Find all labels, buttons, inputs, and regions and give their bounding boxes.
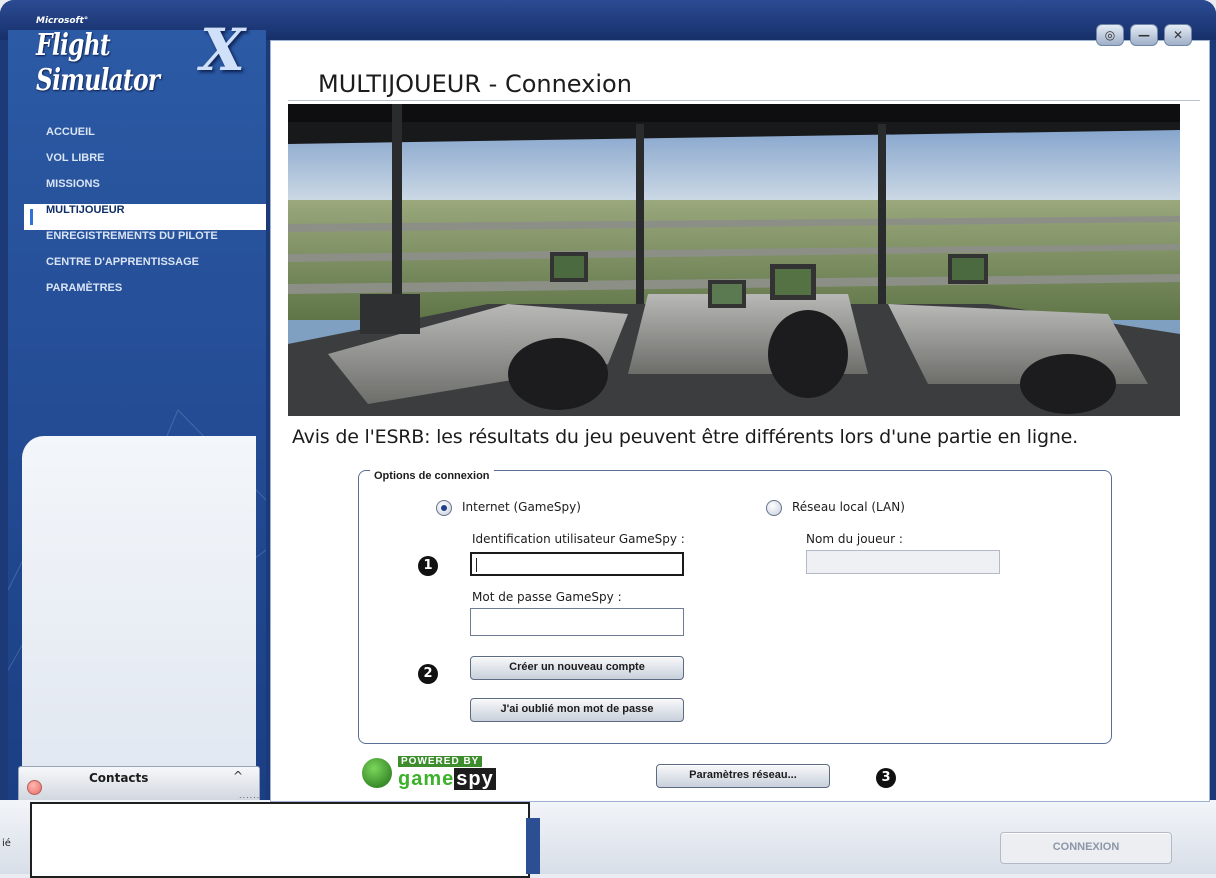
radio-lan[interactable]	[766, 500, 782, 516]
grip-icon[interactable]: ......	[239, 791, 260, 800]
sidebar-item-centre-apprentissage[interactable]: CENTRE D'APPRENTISSAGE	[24, 256, 266, 282]
user-id-field[interactable]	[470, 552, 684, 576]
marker-three: 3	[876, 768, 896, 788]
control-tower-image	[288, 104, 1180, 416]
connect-button[interactable]: CONNEXION	[1000, 832, 1172, 864]
forgot-password-button[interactable]: J'ai oublié mon mot de passe	[470, 698, 684, 722]
network-settings-button[interactable]: Paramètres réseau...	[656, 764, 830, 788]
text-caret	[476, 558, 477, 572]
marker-one: 1	[418, 556, 438, 576]
esrb-notice: Avis de l'ESRB: les résultats du jeu peu…	[292, 426, 1078, 448]
chat-divider	[526, 818, 540, 874]
page-title: MULTIJOUEUR - Connexion	[318, 70, 632, 98]
radio-internet[interactable]	[436, 500, 452, 516]
sidebar-nav: ACCUEIL VOL LIBRE MISSIONS MULTIJOUEUR E…	[24, 126, 266, 308]
gamespy-wordmark: game spy	[398, 768, 496, 791]
connection-options-legend: Options de connexion	[370, 470, 494, 482]
speaker-muted-icon[interactable]: ◎	[1096, 24, 1124, 46]
close-icon[interactable]: ✕	[1164, 24, 1192, 46]
title-divider	[288, 100, 1200, 101]
gamespy-powered-by: POWERED BY	[398, 756, 483, 767]
password-field[interactable]	[470, 608, 684, 636]
user-id-label: Identification utilisateur GameSpy :	[472, 532, 685, 546]
status-dot-icon	[27, 780, 42, 795]
sidebar-item-parametres[interactable]: PARAMÈTRES	[24, 282, 266, 308]
radio-internet-label[interactable]: Internet (GameSpy)	[462, 500, 581, 514]
minimize-icon[interactable]: —	[1130, 24, 1158, 46]
contacts-label: Contacts	[89, 771, 149, 785]
logo-flight-simulator: Flight Simulator	[36, 28, 160, 98]
player-name-field[interactable]	[806, 550, 1000, 574]
password-label: Mot de passe GameSpy :	[472, 590, 622, 604]
sidebar-item-multijoueur[interactable]: MULTIJOUEUR	[24, 204, 266, 230]
chat-partial-label: ié	[2, 838, 11, 849]
gamespy-logo: POWERED BY game spy	[362, 756, 512, 790]
logo-x: X	[200, 16, 246, 84]
contacts-panel[interactable]: Contacts ^ ......	[18, 766, 260, 804]
gamespy-word-spy: spy	[454, 768, 496, 790]
create-account-button[interactable]: Créer un nouveau compte	[470, 656, 684, 680]
gamespy-word-game: game	[398, 768, 455, 790]
marker-two: 2	[418, 664, 438, 684]
sidebar-item-missions[interactable]: MISSIONS	[24, 178, 266, 204]
sidebar-lower-pane	[22, 436, 256, 766]
sidebar-item-enregistrements[interactable]: ENREGISTREMENTS DU PILOTE	[24, 230, 266, 256]
radio-lan-label[interactable]: Réseau local (LAN)	[792, 500, 905, 514]
sidebar-item-vol-libre[interactable]: VOL LIBRE	[24, 152, 266, 178]
chevron-up-icon[interactable]: ^	[233, 769, 243, 783]
sidebar-item-accueil[interactable]: ACCUEIL	[24, 126, 266, 152]
player-name-label: Nom du joueur :	[806, 532, 903, 546]
chat-box[interactable]	[30, 802, 530, 878]
gamespy-ball-icon	[362, 758, 392, 788]
logo-microsoft: Microsoft°	[36, 16, 89, 26]
app-logo: Microsoft° Flight Simulator X	[22, 16, 272, 98]
